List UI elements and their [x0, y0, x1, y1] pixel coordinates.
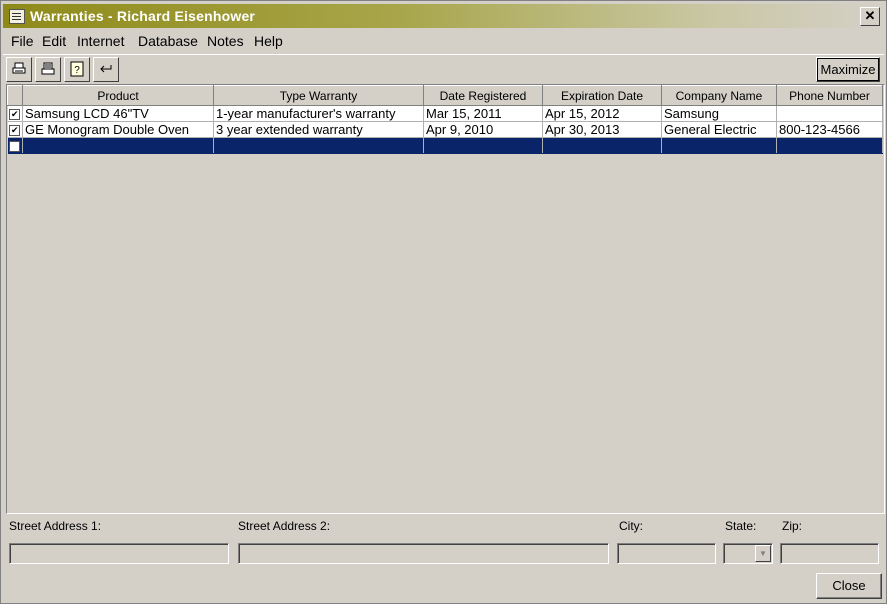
- maximize-button[interactable]: Maximize: [816, 57, 880, 82]
- print-preview-icon: [41, 62, 55, 75]
- back-button[interactable]: [93, 57, 119, 82]
- print-button[interactable]: [6, 57, 32, 82]
- menu-database[interactable]: Database: [138, 33, 198, 49]
- row-checkbox-cell[interactable]: [7, 137, 23, 154]
- warranty-grid[interactable]: Product Type Warranty Date Registered Ex…: [6, 84, 885, 514]
- cell-expiration-date[interactable]: [542, 137, 662, 154]
- chevron-down-icon[interactable]: ▼: [755, 545, 771, 562]
- menu-notes[interactable]: Notes: [207, 33, 244, 49]
- svg-text:?: ?: [74, 65, 80, 76]
- state-combobox[interactable]: ▼: [723, 543, 773, 564]
- cell-phone-number[interactable]: [776, 137, 883, 154]
- street-address-1-label: Street Address 1:: [9, 519, 102, 533]
- header-company-name[interactable]: Company Name: [661, 85, 777, 106]
- city-field[interactable]: [617, 543, 716, 564]
- zip-field[interactable]: [780, 543, 879, 564]
- cell-phone-number[interactable]: [776, 105, 883, 122]
- menu-internet[interactable]: Internet: [77, 33, 124, 49]
- table-row[interactable]: ✔ GE Monogram Double Oven 3 year extende…: [7, 121, 883, 138]
- cell-type-warranty[interactable]: 3 year extended warranty: [213, 121, 424, 138]
- header-phone-number[interactable]: Phone Number: [776, 85, 883, 106]
- cell-product[interactable]: [22, 137, 214, 154]
- help-icon: ?: [70, 61, 84, 77]
- header-expiration-date[interactable]: Expiration Date: [542, 85, 662, 106]
- help-button[interactable]: ?: [64, 57, 90, 82]
- table-row-new[interactable]: [7, 137, 883, 154]
- row-checkbox-cell[interactable]: ✔: [7, 105, 23, 122]
- menu-edit[interactable]: Edit: [42, 33, 66, 49]
- table-header-row: Product Type Warranty Date Registered Ex…: [7, 85, 883, 106]
- app-icon: [9, 9, 25, 24]
- table-row[interactable]: ✔ Samsung LCD 46"TV 1-year manufacturer'…: [7, 105, 883, 122]
- back-arrow-icon: [100, 65, 112, 73]
- city-label: City:: [619, 519, 643, 533]
- checkbox[interactable]: [9, 141, 21, 153]
- cell-product[interactable]: Samsung LCD 46"TV: [22, 105, 214, 122]
- cell-date-registered[interactable]: Apr 9, 2010: [423, 121, 543, 138]
- close-button[interactable]: Close: [816, 573, 882, 599]
- close-window-button[interactable]: ✕: [860, 7, 880, 26]
- zip-label: Zip:: [782, 519, 803, 533]
- header-select: [7, 85, 23, 106]
- header-product[interactable]: Product: [22, 85, 214, 106]
- street-address-1-field[interactable]: [9, 543, 229, 564]
- cell-expiration-date[interactable]: Apr 15, 2012: [542, 105, 662, 122]
- street-address-2-label: Street Address 2:: [238, 519, 331, 533]
- toolbar: ? Maximize: [3, 54, 884, 83]
- cell-product[interactable]: GE Monogram Double Oven: [22, 121, 214, 138]
- cell-type-warranty[interactable]: 1-year manufacturer's warranty: [213, 105, 424, 122]
- street-address-2-field[interactable]: [238, 543, 609, 564]
- state-label: State:: [725, 519, 757, 533]
- header-type-warranty[interactable]: Type Warranty: [213, 85, 424, 106]
- cell-phone-number[interactable]: 800-123-4566: [776, 121, 883, 138]
- cell-company-name[interactable]: General Electric: [661, 121, 777, 138]
- printer-icon: [12, 62, 26, 74]
- print-preview-button[interactable]: [35, 57, 61, 82]
- checkbox[interactable]: ✔: [9, 125, 21, 137]
- cell-date-registered[interactable]: [423, 137, 543, 154]
- menu-bar: File Edit Internet Database Notes Help: [3, 29, 884, 51]
- row-checkbox-cell[interactable]: ✔: [7, 121, 23, 138]
- checkbox[interactable]: ✔: [9, 109, 21, 121]
- cell-expiration-date[interactable]: Apr 30, 2013: [542, 121, 662, 138]
- title-bar: Warranties - Richard Eisenhower ✕: [3, 4, 884, 28]
- warranties-window: Warranties - Richard Eisenhower ✕ File E…: [0, 0, 887, 604]
- header-date-registered[interactable]: Date Registered: [423, 85, 543, 106]
- menu-file[interactable]: File: [11, 33, 34, 49]
- cell-type-warranty[interactable]: [213, 137, 424, 154]
- window-title: Warranties - Richard Eisenhower: [30, 8, 256, 24]
- cell-company-name[interactable]: Samsung: [661, 105, 777, 122]
- cell-date-registered[interactable]: Mar 15, 2011: [423, 105, 543, 122]
- menu-help[interactable]: Help: [254, 33, 283, 49]
- cell-company-name[interactable]: [661, 137, 777, 154]
- warranty-table: Product Type Warranty Date Registered Ex…: [7, 85, 883, 154]
